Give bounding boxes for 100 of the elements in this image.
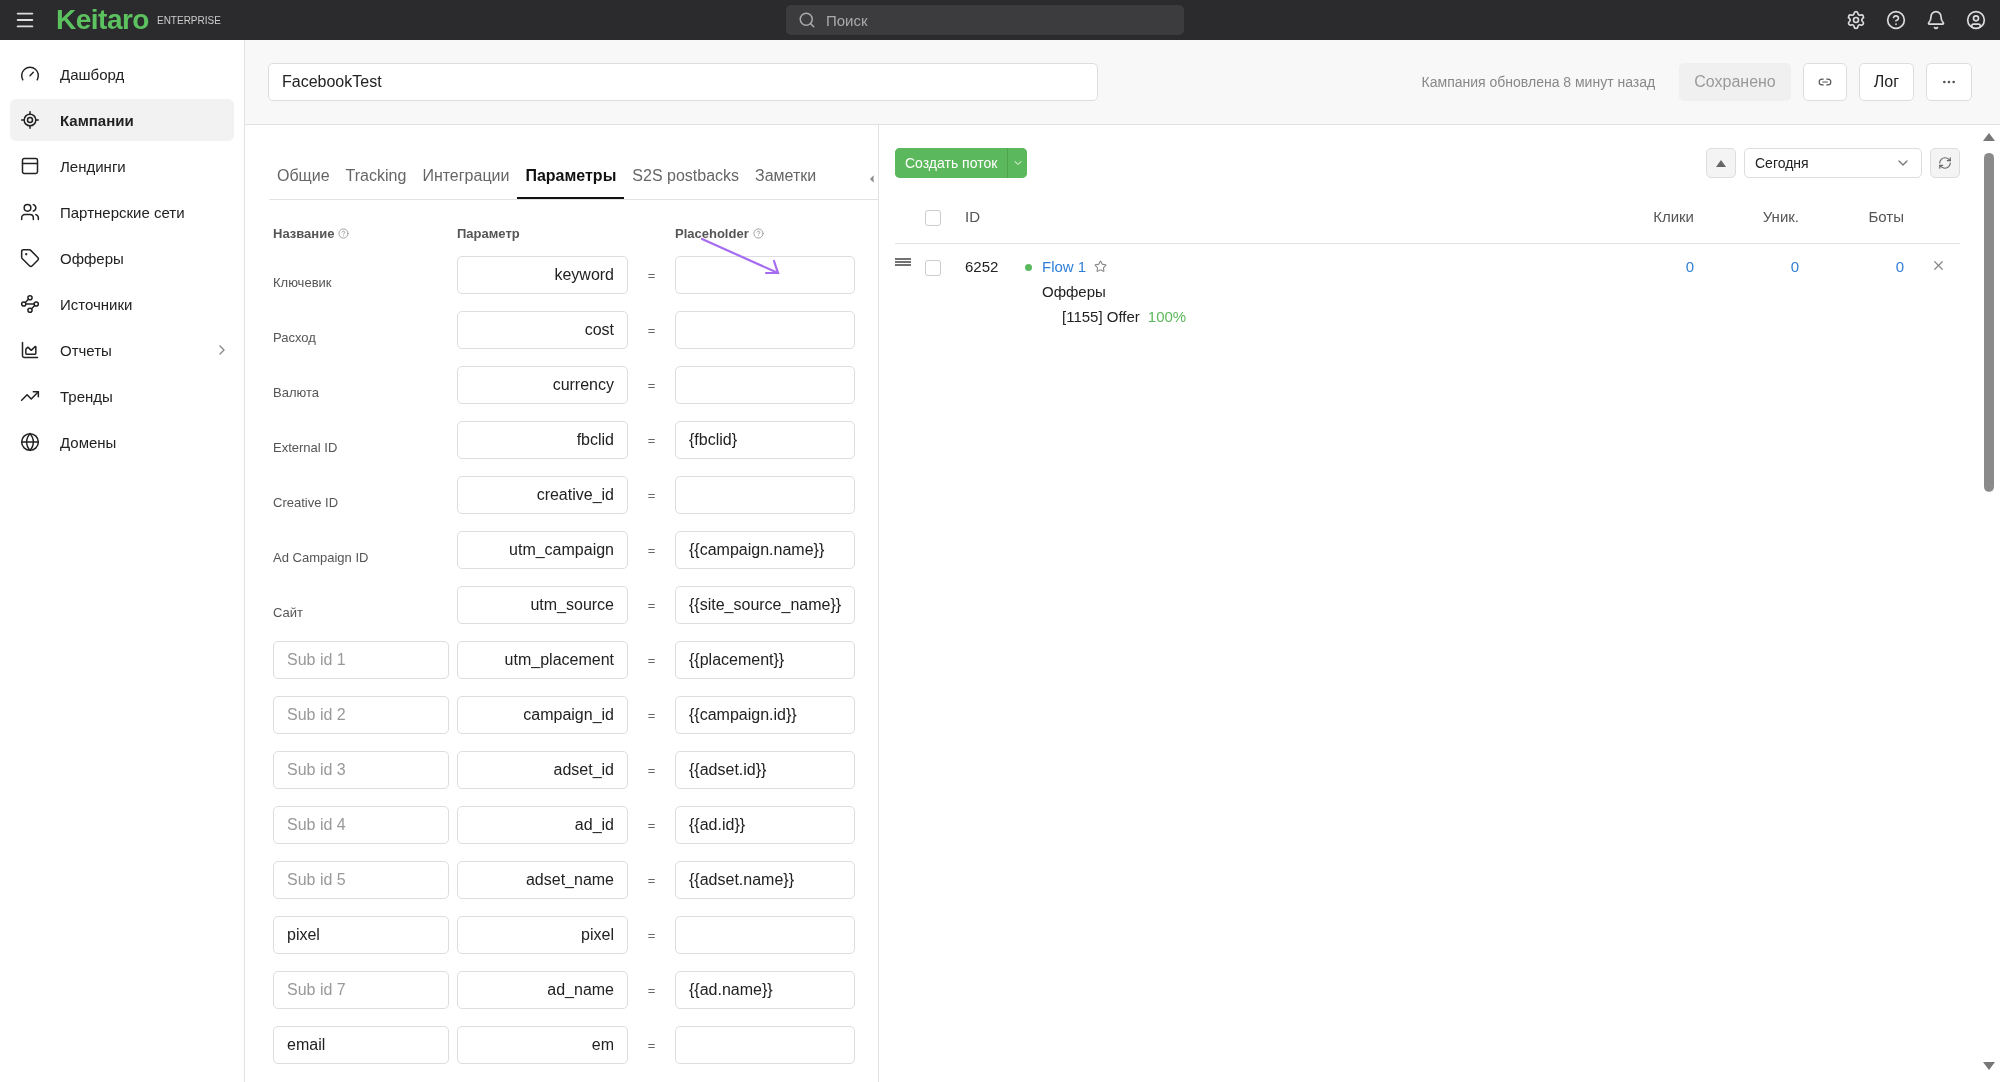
parameter-field[interactable]: currency <box>457 366 628 404</box>
value-field[interactable] <box>675 366 855 404</box>
value-field[interactable]: {{ad.id}} <box>675 806 855 844</box>
parameter-field[interactable]: fbclid <box>457 421 628 459</box>
equals-sign: = <box>646 322 657 338</box>
search-field[interactable]: Поиск <box>785 5 1184 35</box>
sidebar-item[interactable]: Кампании <box>10 99 234 141</box>
link-button[interactable] <box>1802 63 1847 101</box>
name-field[interactable]: Sub id 3 <box>273 751 449 789</box>
parameter-name: Расход <box>273 328 317 345</box>
sidebar-item[interactable]: Лендинги <box>10 145 234 187</box>
name-field[interactable]: Sub id 7 <box>273 971 449 1009</box>
parameter-name: Валюта <box>273 383 320 400</box>
star-icon[interactable] <box>1094 260 1108 273</box>
drag-handle-icon[interactable] <box>895 258 911 266</box>
help-icon[interactable] <box>1886 10 1906 30</box>
value-field[interactable]: {{site_source_name}} <box>675 586 855 624</box>
parameter-field[interactable]: utm_campaign <box>457 531 628 569</box>
target-icon <box>20 110 40 130</box>
branch-icon <box>20 294 40 314</box>
sidebar-item[interactable]: Партнерские сети <box>10 191 234 233</box>
updated-text: Кампания обновлена 8 минут назад <box>1421 74 1656 90</box>
parameter-field[interactable]: em <box>457 1026 628 1064</box>
equals-sign: = <box>646 817 657 833</box>
checkbox[interactable] <box>925 209 941 226</box>
sidebar-item[interactable]: Тренды <box>10 375 234 417</box>
parameter-field[interactable]: creative_id <box>457 476 628 514</box>
equals-sign: = <box>646 597 657 613</box>
parameter-field[interactable]: adset_id <box>457 751 628 789</box>
log-button[interactable]: Лог <box>1858 63 1914 101</box>
offer-name: [1155] Offer <box>1062 308 1140 325</box>
value-field[interactable] <box>675 1026 855 1064</box>
period-select[interactable]: Сегодня <box>1744 148 1922 178</box>
equals-sign: = <box>646 432 657 448</box>
sidebar-item[interactable]: Источники <box>10 283 234 325</box>
parameter-field[interactable]: utm_placement <box>457 641 628 679</box>
parameter-field[interactable]: pixel <box>457 916 628 954</box>
uniques-count: 0 <box>1790 258 1799 275</box>
parameter-field[interactable]: campaign_id <box>457 696 628 734</box>
value-field[interactable]: {{ad.name}} <box>675 971 855 1009</box>
value-field[interactable]: {{campaign.name}} <box>675 531 855 569</box>
tab[interactable]: S2S postbacks <box>624 167 748 199</box>
flow-id: 6252 <box>965 258 999 275</box>
title-field[interactable]: FacebookTest <box>268 63 1098 101</box>
value-field[interactable] <box>675 916 855 954</box>
sidebar-item[interactable]: Офферы <box>10 237 234 279</box>
tab[interactable]: Параметры <box>517 167 625 199</box>
name-field[interactable]: pixel <box>273 916 449 954</box>
parameter-field[interactable]: cost <box>457 311 628 349</box>
value-field[interactable] <box>675 311 855 349</box>
parameter-field[interactable]: adset_name <box>457 861 628 899</box>
bots-count: 0 <box>1895 258 1904 275</box>
flow-link[interactable]: Flow 1 <box>1042 258 1087 275</box>
tab[interactable]: Общие <box>269 167 338 199</box>
equals-sign: = <box>646 542 657 558</box>
value-field[interactable]: {fbclid} <box>675 421 855 459</box>
sidebar-item[interactable]: Дашборд <box>10 53 234 95</box>
value-field[interactable]: {{adset.id}} <box>675 751 855 789</box>
column-header: Название <box>273 226 449 241</box>
section-title: Офферы <box>1042 283 1107 300</box>
value-field[interactable] <box>675 256 855 294</box>
sidebar-item[interactable]: Отчеты <box>10 329 234 371</box>
column-header: Placeholder <box>675 226 855 241</box>
equals-sign: = <box>646 707 657 723</box>
collapse-button[interactable] <box>1706 148 1736 178</box>
name-field[interactable]: Sub id 2 <box>273 696 449 734</box>
parameter-name: External ID <box>273 438 339 455</box>
equals-sign: = <box>646 872 657 888</box>
settings-icon[interactable] <box>1846 10 1866 30</box>
bell-icon[interactable] <box>1926 10 1946 30</box>
name-field[interactable]: email <box>273 1026 449 1064</box>
refresh-button[interactable] <box>1930 148 1960 178</box>
tag-icon <box>20 248 40 268</box>
close-icon[interactable] <box>1931 258 1946 273</box>
column-header: Клики <box>1584 190 1694 244</box>
tab[interactable]: Заметки <box>747 167 825 199</box>
parameter-field[interactable]: utm_source <box>457 586 628 624</box>
people-icon <box>20 202 40 222</box>
checkbox[interactable] <box>925 260 941 276</box>
value-field[interactable]: {{placement}} <box>675 641 855 679</box>
edition-label: ENTERPRISE <box>156 14 221 26</box>
parameter-name: Ad Campaign ID <box>273 548 370 565</box>
name-field[interactable]: Sub id 5 <box>273 861 449 899</box>
column-header: Уник. <box>1694 190 1799 244</box>
value-field[interactable]: {{campaign.id}} <box>675 696 855 734</box>
tab[interactable]: Интеграции <box>414 167 518 199</box>
equals-sign: = <box>646 377 657 393</box>
value-field[interactable] <box>675 476 855 514</box>
name-field[interactable]: Sub id 1 <box>273 641 449 679</box>
tab[interactable]: Tracking <box>337 167 415 199</box>
parameter-field[interactable]: keyword <box>457 256 628 294</box>
parameter-field[interactable]: ad_name <box>457 971 628 1009</box>
user-icon[interactable] <box>1966 10 1986 30</box>
value-field[interactable]: {{adset.name}} <box>675 861 855 899</box>
name-field[interactable]: Sub id 4 <box>273 806 449 844</box>
sidebar-item[interactable]: Домены <box>10 421 234 463</box>
dropdown-button[interactable] <box>1007 148 1028 178</box>
page-icon <box>20 156 40 176</box>
parameter-field[interactable]: ad_id <box>457 806 628 844</box>
equals-sign: = <box>646 762 657 778</box>
